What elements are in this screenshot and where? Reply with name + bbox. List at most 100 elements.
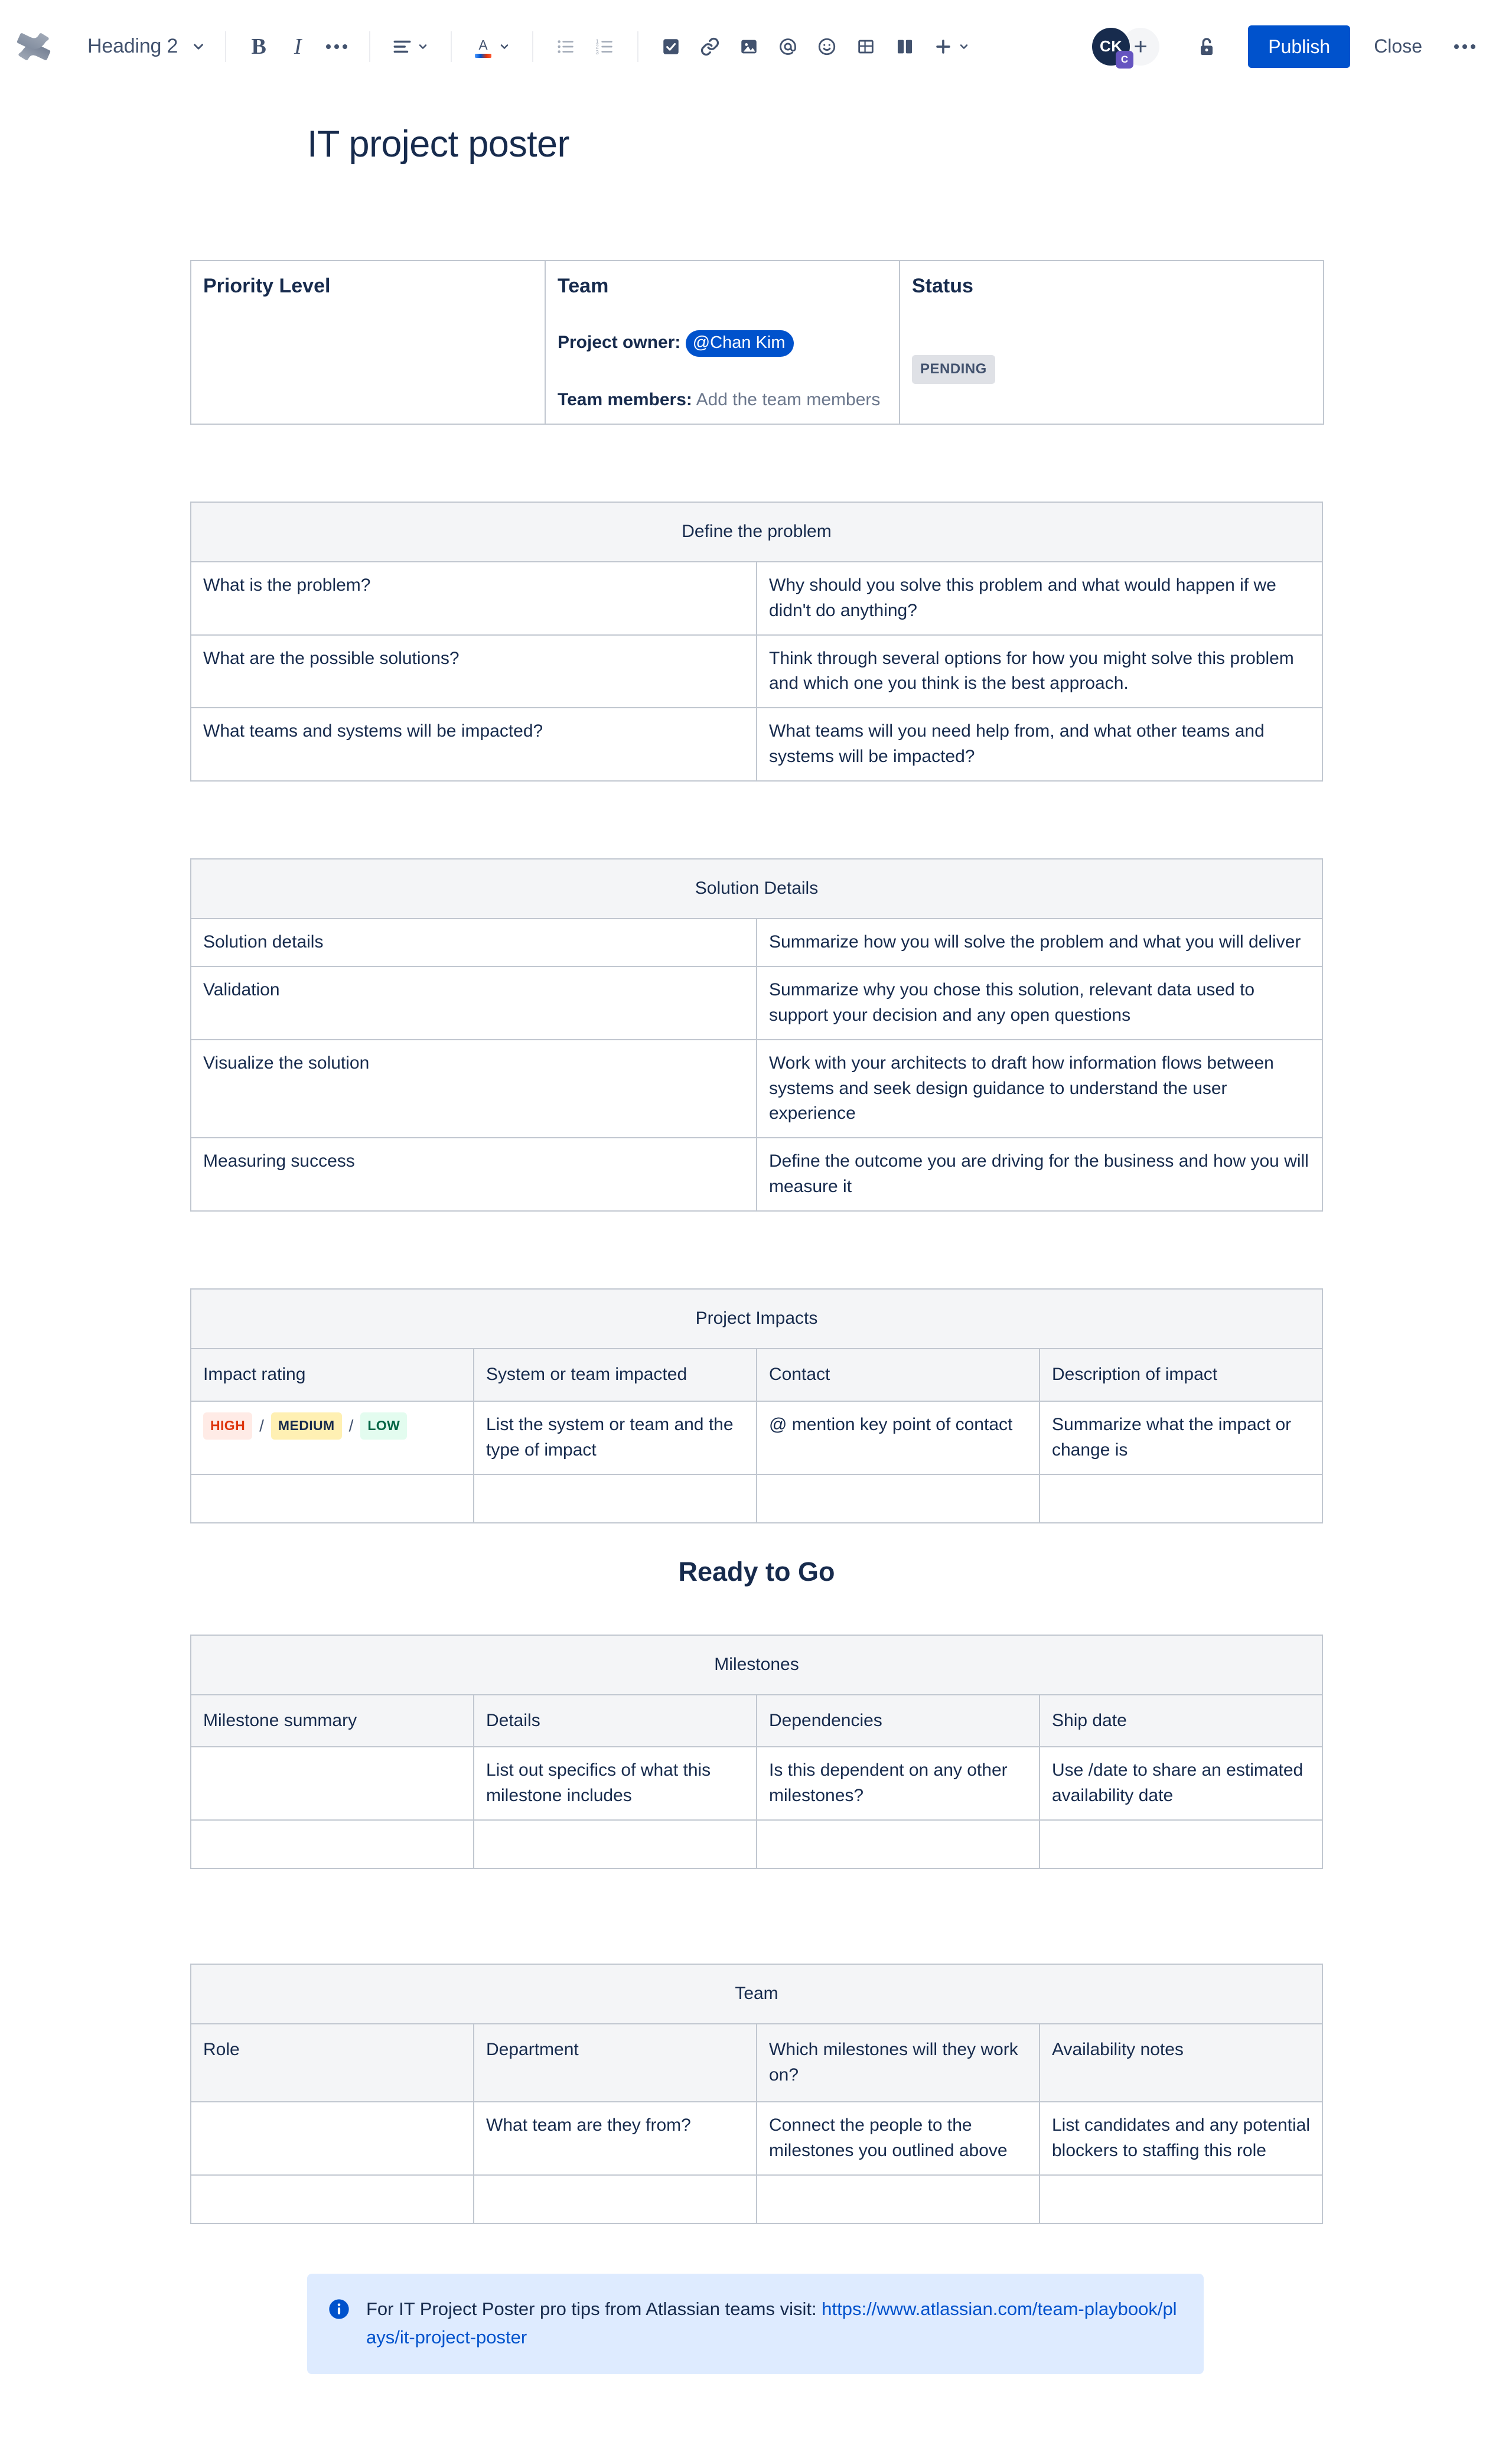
impact-high-badge[interactable]: HIGH: [203, 1412, 253, 1440]
column-header: Department: [473, 2023, 757, 2102]
empty-cell[interactable]: [756, 1473, 1040, 1523]
table-row: List out specifics of what this mileston…: [190, 1746, 1323, 1821]
row-label[interactable]: What is the problem?: [190, 561, 757, 636]
color-swatch: [475, 54, 492, 58]
column-header: Impact rating: [190, 1347, 474, 1402]
impact-low-badge[interactable]: LOW: [360, 1412, 408, 1440]
italic-button[interactable]: I: [278, 27, 317, 66]
empty-cell[interactable]: [1039, 2174, 1323, 2224]
table-row: Priority Level Team Project owner: @Chan…: [190, 260, 1324, 425]
confluence-logo-icon[interactable]: [15, 28, 52, 65]
ready-to-go-heading[interactable]: Ready to Go: [190, 1557, 1323, 1587]
bold-button[interactable]: B: [239, 27, 278, 66]
row-value[interactable]: Why should you solve this problem and wh…: [756, 561, 1323, 636]
page-title[interactable]: IT project poster: [307, 123, 1323, 165]
table-button[interactable]: [846, 27, 885, 66]
row-label[interactable]: What are the possible solutions?: [190, 634, 757, 709]
column-header: Milestone summary: [190, 1694, 474, 1748]
mention-chip[interactable]: @Chan Kim: [685, 330, 794, 357]
layout-button[interactable]: [885, 27, 924, 66]
empty-cell[interactable]: [473, 1819, 757, 1870]
publish-button[interactable]: Publish: [1248, 25, 1351, 68]
row-value[interactable]: What team are they from?: [473, 2101, 757, 2176]
team-cell[interactable]: Team Project owner: @Chan Kim Team membe…: [545, 260, 900, 425]
block-type-select[interactable]: Heading 2: [79, 27, 212, 67]
restrictions-button[interactable]: [1185, 25, 1228, 68]
chevron-down-icon: [191, 39, 206, 54]
block-type-label: Heading 2: [87, 35, 178, 57]
table-section-header-row: Milestones: [190, 1634, 1323, 1695]
text-align-button[interactable]: [383, 27, 438, 66]
row-value[interactable]: @ mention key point of contact: [756, 1400, 1040, 1475]
milestone-summary-cell[interactable]: [190, 1746, 474, 1821]
impact-medium-badge[interactable]: MEDIUM: [271, 1412, 342, 1440]
project-impacts-title: Project Impacts: [190, 1288, 1323, 1349]
priority-level-cell[interactable]: Priority Level: [190, 260, 546, 425]
emoji-button[interactable]: [807, 27, 846, 66]
insert-more-button[interactable]: [924, 27, 979, 66]
empty-cell[interactable]: [1039, 1473, 1323, 1523]
row-value[interactable]: Is this dependent on any other milestone…: [756, 1746, 1040, 1821]
status-badge[interactable]: PENDING: [912, 354, 995, 384]
status-cell[interactable]: Status PENDING: [899, 260, 1324, 425]
more-options-button[interactable]: [1443, 25, 1486, 68]
row-label[interactable]: Solution details: [190, 917, 757, 967]
row-value[interactable]: Think through several options for how yo…: [756, 634, 1323, 709]
info-panel-text: For IT Project Poster pro tips from Atla…: [366, 2295, 1184, 2352]
column-header: Role: [190, 2023, 474, 2102]
svg-text:3: 3: [596, 49, 599, 56]
table-row: Visualize the solution Work with your ar…: [190, 1038, 1323, 1139]
rating-separator: /: [259, 1416, 264, 1435]
empty-cell[interactable]: [473, 2174, 757, 2224]
toolbar-divider: [637, 31, 639, 62]
text-color-button[interactable]: A: [465, 27, 519, 66]
project-impacts-table: Project Impacts Impact rating System or …: [190, 1288, 1323, 1523]
more-formatting-button[interactable]: [317, 27, 356, 66]
role-cell[interactable]: [190, 2101, 474, 2176]
row-value[interactable]: Summarize why you chose this solution, r…: [756, 965, 1323, 1040]
empty-cell[interactable]: [1039, 1819, 1323, 1870]
project-owner-label: Project owner:: [558, 332, 681, 352]
close-button[interactable]: Close: [1358, 24, 1438, 69]
empty-cell[interactable]: [756, 1819, 1040, 1870]
image-button[interactable]: [729, 27, 768, 66]
define-problem-table: Define the problem What is the problem? …: [190, 501, 1323, 782]
row-value[interactable]: List candidates and any potential blocke…: [1039, 2101, 1323, 2176]
empty-cell[interactable]: [473, 1473, 757, 1523]
empty-cell[interactable]: [756, 2174, 1040, 2224]
ellipsis-icon: [1454, 44, 1475, 49]
row-value[interactable]: Work with your architects to draft how i…: [756, 1038, 1323, 1139]
mention-button[interactable]: [768, 27, 807, 66]
row-label[interactable]: Measuring success: [190, 1137, 757, 1212]
numbered-list-button[interactable]: 123: [585, 27, 624, 66]
column-header: Which milestones will they work on?: [756, 2023, 1040, 2102]
row-value[interactable]: Summarize how you will solve the problem…: [756, 917, 1323, 967]
svg-text:A: A: [479, 37, 488, 53]
empty-cell[interactable]: [190, 2174, 474, 2224]
row-value[interactable]: What teams will you need help from, and …: [756, 707, 1323, 782]
row-value[interactable]: Define the outcome you are driving for t…: [756, 1137, 1323, 1212]
row-label[interactable]: Validation: [190, 965, 757, 1040]
bullet-list-button[interactable]: [546, 27, 585, 66]
row-label[interactable]: What teams and systems will be impacted?: [190, 707, 757, 782]
action-item-button[interactable]: [651, 27, 690, 66]
priority-level-heading: Priority Level: [203, 275, 331, 297]
editor-toolbar: Heading 2 B I A 123 CK C + Publish Close: [0, 0, 1512, 93]
empty-cell[interactable]: [190, 1819, 474, 1870]
table-section-header-row: Team: [190, 1964, 1323, 2025]
team-members-label: Team members:: [558, 389, 692, 409]
status-heading: Status: [912, 275, 973, 297]
row-value[interactable]: Connect the people to the milestones you…: [756, 2101, 1040, 2176]
row-label[interactable]: Visualize the solution: [190, 1038, 757, 1139]
row-value[interactable]: List the system or team and the type of …: [473, 1400, 757, 1475]
link-button[interactable]: [690, 27, 729, 66]
row-value[interactable]: Use /date to share an estimated availabi…: [1039, 1746, 1323, 1821]
impact-rating-cell[interactable]: HIGH / MEDIUM / LOW: [190, 1400, 474, 1475]
empty-cell[interactable]: [190, 1473, 474, 1523]
row-value[interactable]: Summarize what the impact or change is: [1039, 1400, 1323, 1475]
row-value[interactable]: List out specifics of what this mileston…: [473, 1746, 757, 1821]
avatar[interactable]: CK C: [1092, 27, 1134, 69]
table-row: [190, 2174, 1323, 2224]
